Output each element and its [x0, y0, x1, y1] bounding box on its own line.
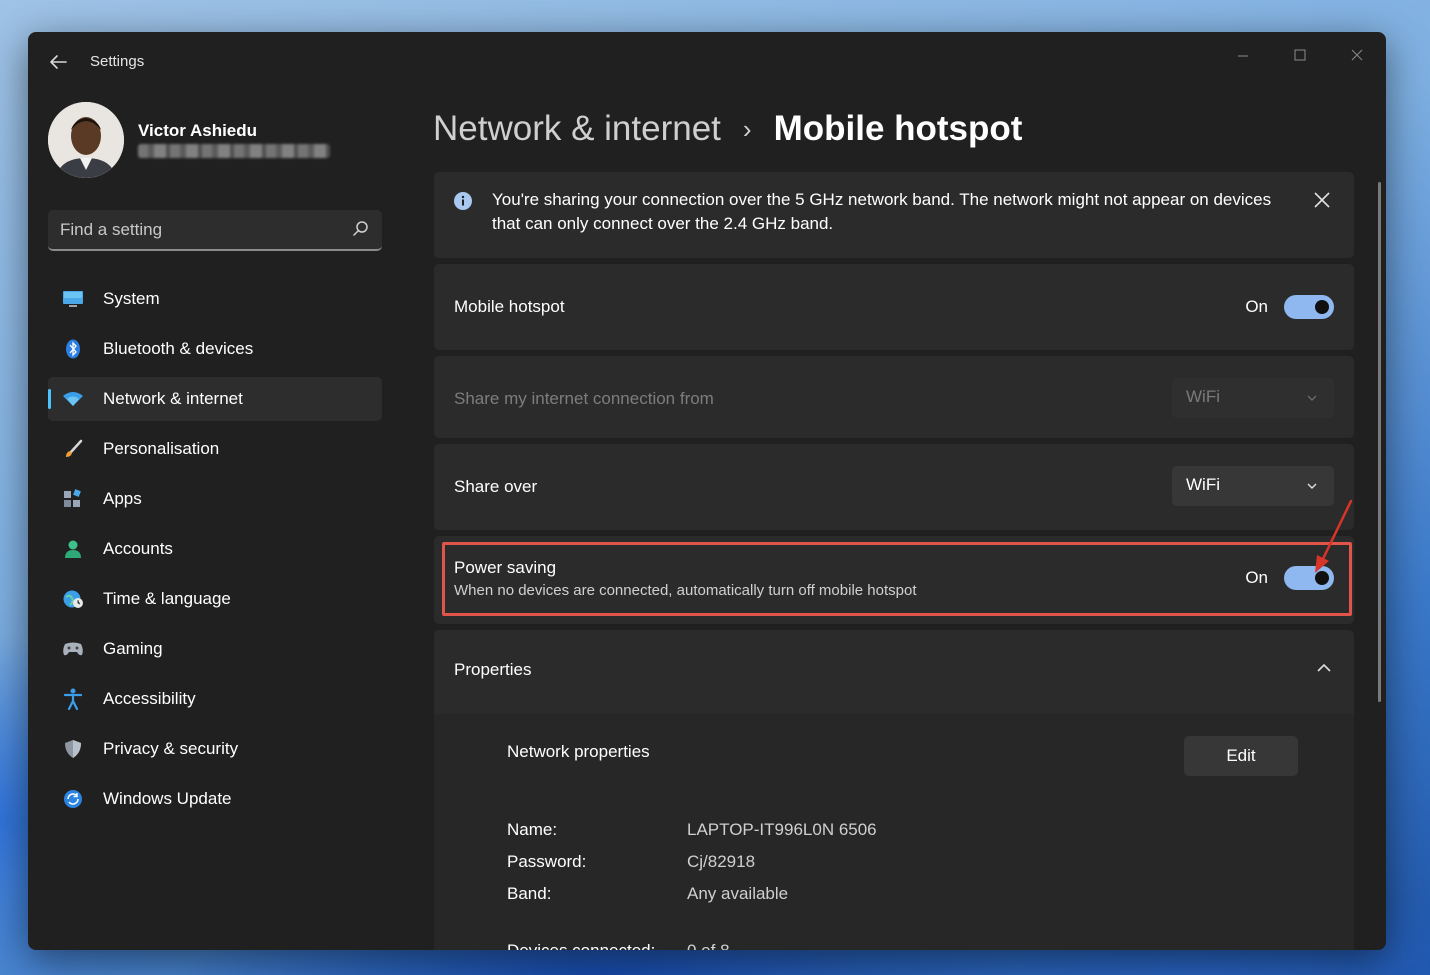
user-photo-icon [48, 102, 124, 178]
share-over-value: WiFi [1186, 475, 1220, 494]
properties-header[interactable]: Properties [434, 630, 1354, 718]
chevron-up-icon[interactable] [1316, 662, 1332, 674]
breadcrumb-parent-link[interactable]: Network & internet [433, 109, 721, 149]
breadcrumb-separator-icon: › [742, 113, 752, 144]
close-window-button[interactable] [1334, 40, 1380, 70]
power-saving-description: When no devices are connected, automatic… [454, 582, 917, 599]
power-saving-toggle[interactable] [1284, 566, 1334, 590]
sidebar-item-label: Gaming [103, 639, 163, 658]
property-band-value: Any available [687, 884, 789, 903]
sidebar-item-windows-update[interactable]: Windows Update [48, 777, 382, 821]
sidebar-item-label: System [103, 289, 160, 308]
maximize-icon [1294, 49, 1306, 61]
sidebar-item-network[interactable]: Network & internet [48, 377, 382, 421]
person-icon [62, 539, 84, 559]
sidebar-item-bluetooth[interactable]: Bluetooth & devices [48, 327, 382, 371]
chevron-down-icon [1307, 483, 1317, 489]
power-saving-row: Power saving When no devices are connect… [434, 536, 1354, 624]
info-banner: You're sharing your connection over the … [434, 172, 1354, 258]
monitor-icon [62, 289, 84, 309]
back-arrow-icon [50, 55, 67, 69]
sidebar-nav: System Bluetooth & devices Network & int… [48, 277, 382, 827]
property-devices-key: Devices connected: [507, 941, 655, 950]
properties-panel: Network properties Edit Name: LAPTOP-IT9… [434, 714, 1354, 950]
sidebar-item-label: Windows Update [103, 789, 232, 808]
sidebar-item-time-language[interactable]: Time & language [48, 577, 382, 621]
maximize-button[interactable] [1277, 40, 1323, 70]
properties-label: Properties [454, 660, 532, 679]
brush-icon [62, 439, 84, 459]
mobile-hotspot-state: On [1245, 297, 1268, 316]
dismiss-banner-icon[interactable] [1312, 190, 1332, 210]
property-name-value: LAPTOP-IT996L0N 6506 [687, 820, 877, 839]
minimize-button[interactable] [1220, 40, 1266, 70]
info-icon [454, 192, 472, 210]
settings-window: Settings Victor Ashiedu Find a setting S… [28, 32, 1386, 950]
gamepad-icon [62, 639, 84, 659]
search-box[interactable] [48, 210, 382, 251]
minimize-icon [1238, 55, 1248, 57]
sidebar-item-label: Network & internet [103, 389, 243, 408]
power-saving-state: On [1245, 568, 1268, 587]
property-devices-value: 0 of 8 [687, 941, 730, 950]
edit-button[interactable]: Edit [1184, 736, 1298, 776]
sidebar-item-privacy[interactable]: Privacy & security [48, 727, 382, 771]
sidebar-item-system[interactable]: System [48, 277, 382, 321]
share-from-value: WiFi [1186, 387, 1220, 406]
share-over-row: Share over WiFi [434, 444, 1354, 530]
sidebar-item-gaming[interactable]: Gaming [48, 627, 382, 671]
sidebar-item-label: Privacy & security [103, 739, 239, 758]
property-name-key: Name: [507, 820, 558, 839]
sidebar-item-label: Personalisation [103, 439, 220, 458]
info-banner-text: You're sharing your connection over the … [492, 190, 1272, 233]
sidebar-item-accounts[interactable]: Accounts [48, 527, 382, 571]
scrollbar[interactable] [1378, 182, 1381, 702]
bluetooth-icon [62, 339, 84, 359]
breadcrumb: Network & internet › Mobile hotspot [433, 104, 1022, 154]
shield-icon [62, 739, 84, 759]
close-icon [1351, 49, 1363, 61]
page-title: Mobile hotspot [773, 109, 1023, 148]
network-properties-label: Network properties [507, 742, 650, 761]
apps-icon [62, 489, 84, 509]
globe-clock-icon [62, 589, 84, 609]
app-title: Settings [90, 53, 145, 70]
property-band-key: Band: [507, 884, 552, 903]
sidebar-item-label: Apps [103, 489, 142, 508]
accessibility-icon [62, 688, 84, 710]
share-from-dropdown[interactable]: WiFi [1172, 378, 1334, 418]
update-icon [62, 789, 84, 809]
wifi-icon [62, 389, 84, 409]
share-over-label: Share over [454, 477, 538, 496]
user-email-blurred [138, 144, 330, 158]
sidebar-item-apps[interactable]: Apps [48, 477, 382, 521]
avatar[interactable] [48, 102, 124, 178]
sidebar-item-label: Accessibility [103, 689, 196, 708]
mobile-hotspot-label: Mobile hotspot [454, 297, 565, 316]
sidebar-item-label: Time & language [103, 589, 231, 608]
sidebar-item-accessibility[interactable]: Accessibility [48, 677, 382, 721]
mobile-hotspot-row: Mobile hotspot On [434, 264, 1354, 350]
back-button[interactable] [44, 50, 72, 74]
sidebar-item-personalisation[interactable]: Personalisation [48, 427, 382, 471]
power-saving-label: Power saving [454, 558, 557, 577]
user-name: Victor Ashiedu [138, 121, 258, 140]
title-bar: Settings [28, 32, 1386, 92]
search-input[interactable] [60, 210, 340, 249]
sidebar-item-label: Bluetooth & devices [103, 339, 254, 358]
sidebar-item-label: Accounts [103, 539, 173, 558]
property-password-key: Password: [507, 852, 587, 871]
share-from-row: Share my internet connection from WiFi [434, 356, 1354, 438]
mobile-hotspot-toggle[interactable] [1284, 295, 1334, 319]
share-over-dropdown[interactable]: WiFi [1172, 466, 1334, 506]
property-password-value: Cj/82918 [687, 852, 756, 871]
chevron-down-icon [1307, 395, 1317, 401]
share-from-label: Share my internet connection from [454, 389, 714, 408]
search-icon[interactable] [352, 220, 370, 238]
